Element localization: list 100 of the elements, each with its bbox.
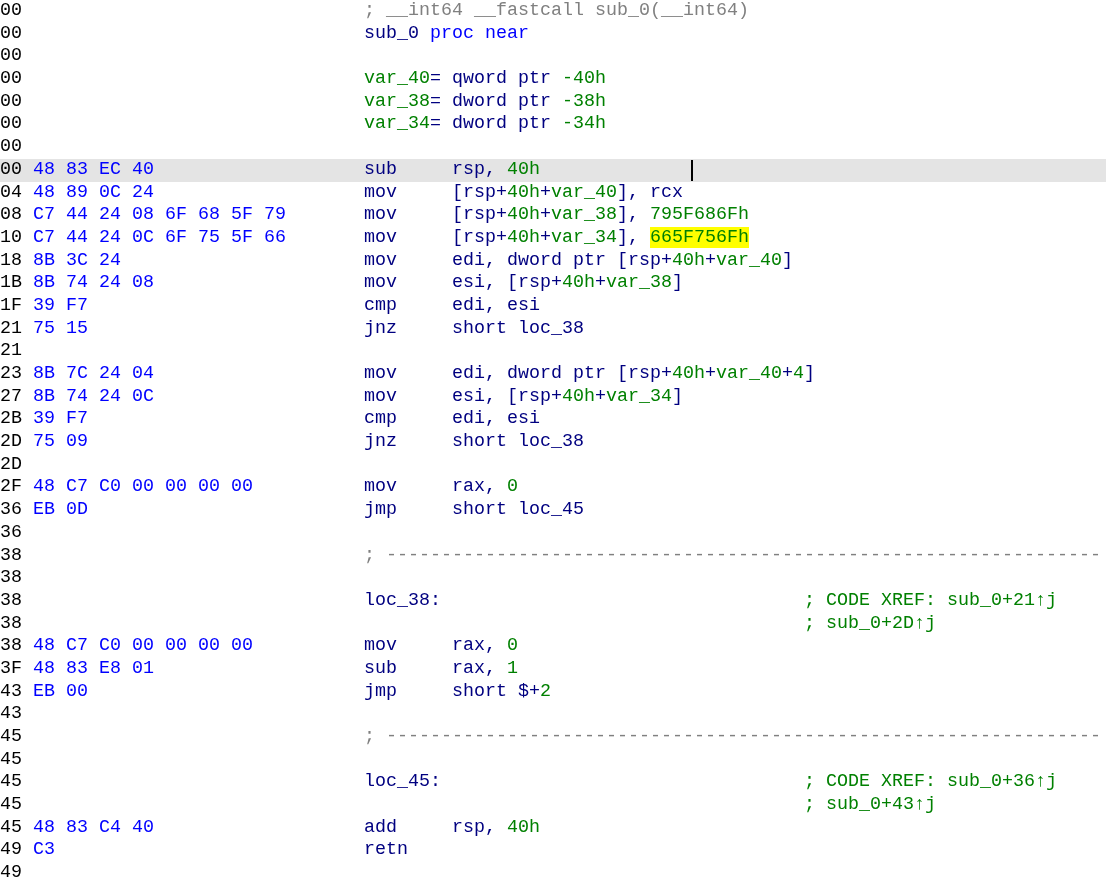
listing-line[interactable]: 00 <box>0 45 1106 69</box>
listing-line[interactable]: 38 ; sub_0+2D↑j <box>0 612 1106 636</box>
listing-line[interactable]: 36 EB 0D jmp short loc_45 <box>0 499 1106 522</box>
listing-line[interactable]: 49 C3 retn <box>0 839 1106 863</box>
address-text: 45 <box>0 771 23 795</box>
operand-text: edi, dword ptr [rsp+40h+var_40+4] <box>452 363 815 386</box>
opcode-bytes: 8B 7C 24 04 <box>33 363 154 386</box>
opcode-bytes: 8B 74 24 08 <box>33 272 154 295</box>
mnemonic-text: mov <box>364 476 398 500</box>
opcode-bytes: C7 44 24 08 6F 68 5F 79 <box>33 204 286 227</box>
address-text: 21 <box>0 340 23 363</box>
listing-line[interactable]: 38 loc_38: ; CODE XREF: sub_0+21↑j <box>0 589 1106 613</box>
address-text: 00 <box>0 90 23 114</box>
listing-line[interactable]: 38 <box>0 567 1106 590</box>
listing-line[interactable]: 36 <box>0 521 1106 545</box>
listing-line[interactable]: 23 8B 7C 24 04 mov edi, dword ptr [rsp+40h+var_40+4] <box>0 363 1106 386</box>
address-text: 36 <box>0 521 23 545</box>
operand-text: rax, 0 <box>452 476 518 500</box>
operand-text: short loc_38 <box>452 317 584 341</box>
comment-text: ; sub_0+2D↑j <box>804 612 936 636</box>
operand-text: esi, [rsp+40h+var_34] <box>452 385 683 409</box>
address-text: 45 <box>0 816 23 840</box>
mnemonic-text: mov <box>364 249 398 273</box>
comment-text: ; CODE XREF: sub_0+36↑j <box>804 771 1057 795</box>
listing-line[interactable]: 45 ; sub_0+43↑j <box>0 794 1106 817</box>
address-text: 45 <box>0 726 23 749</box>
address-text: 08 <box>0 204 23 227</box>
mnemonic-text: mov <box>364 226 398 250</box>
address-text: 38 <box>0 635 23 658</box>
mnemonic-text: mov <box>364 363 398 386</box>
address-text: 38 <box>0 589 23 613</box>
listing-line[interactable]: 2B 39 F7 cmp edi, esi <box>0 408 1106 432</box>
opcode-bytes: 39 F7 <box>33 408 88 432</box>
operand-text: short loc_38 <box>452 431 584 454</box>
listing-line[interactable]: 18 8B 3C 24 mov edi, dword ptr [rsp+40h+var_40] <box>0 249 1106 273</box>
operand-text: rax, 1 <box>452 657 518 681</box>
opcode-bytes: 48 89 0C 24 <box>33 181 154 205</box>
listing-line[interactable]: 2D 75 09 jnz short loc_38 <box>0 431 1106 454</box>
address-text: 00 <box>0 22 23 46</box>
address-text: 21 <box>0 317 23 341</box>
opcode-bytes: 48 83 E8 01 <box>33 657 154 681</box>
address-text: 3F <box>0 657 23 681</box>
operand-text: short $+2 <box>452 680 551 704</box>
address-text: 00 <box>0 0 23 23</box>
listing-line[interactable]: 45 48 83 C4 40 add rsp, 40h <box>0 816 1106 840</box>
opcode-bytes: 8B 3C 24 <box>33 249 121 273</box>
listing-line[interactable]: 43 <box>0 703 1106 726</box>
listing-line[interactable]: 38 ; ----------------------------------------------------------------- <box>0 544 1106 568</box>
comment-text: ; sub_0+43↑j <box>804 794 936 817</box>
listing-line[interactable]: 45 loc_45: ; CODE XREF: sub_0+36↑j <box>0 771 1106 795</box>
listing-line[interactable]: 08 C7 44 24 08 6F 68 5F 79 mov [rsp+40h+var_38], 795F686Fh <box>0 204 1106 227</box>
listing-line[interactable]: 2D <box>0 453 1106 477</box>
comment-text: ; CODE XREF: sub_0+21↑j <box>804 589 1057 613</box>
address-text: 00 <box>0 68 23 91</box>
address-text: 04 <box>0 181 23 205</box>
listing-line[interactable]: 27 8B 74 24 0C mov esi, [rsp+40h+var_34] <box>0 385 1106 409</box>
listing-line[interactable]: 04 48 89 0C 24 mov [rsp+40h+var_40], rcx <box>0 181 1106 205</box>
mnemonic-text: mov <box>364 385 398 409</box>
listing-line[interactable]: 00 var_40= qword ptr -40h <box>0 68 1106 91</box>
address-text: 10 <box>0 226 23 250</box>
address-text: 49 <box>0 839 23 863</box>
listing-line[interactable]: 21 75 15 jnz short loc_38 <box>0 317 1106 341</box>
listing-line[interactable]: 1B 8B 74 24 08 mov esi, [rsp+40h+var_38] <box>0 272 1106 295</box>
listing-line[interactable]: 10 C7 44 24 0C 6F 75 5F 66 mov [rsp+40h+var_34], 665F756Fh <box>0 226 1106 250</box>
code-line-text: loc_45: <box>364 771 441 795</box>
mnemonic-text: mov <box>364 272 398 295</box>
listing-line[interactable]: 2F 48 C7 C0 00 00 00 00 mov rax, 0 <box>0 476 1106 500</box>
code-line-text: sub_0 proc near <box>364 22 529 46</box>
mnemonic-text: mov <box>364 181 398 205</box>
listing-line[interactable]: 00 ; __int64 __fastcall sub_0(__int64) <box>0 0 1106 23</box>
opcode-bytes: 8B 74 24 0C <box>33 385 154 409</box>
operand-text: esi, [rsp+40h+var_38] <box>452 272 683 295</box>
listing-line[interactable]: 00 var_38= dword ptr -38h <box>0 90 1106 114</box>
listing-line[interactable]: 49 <box>0 862 1106 885</box>
operand-text: edi, esi <box>452 294 540 318</box>
opcode-bytes: 48 83 EC 40 <box>33 158 154 182</box>
listing-line[interactable]: 43 EB 00 jmp short $+2 <box>0 680 1106 704</box>
mnemonic-text: sub <box>364 158 398 182</box>
listing-line[interactable]: 1F 39 F7 cmp edi, esi <box>0 294 1106 318</box>
opcode-bytes: 48 C7 C0 00 00 00 00 <box>33 476 253 500</box>
address-text: 23 <box>0 363 23 386</box>
mnemonic-text: jnz <box>364 317 398 341</box>
listing-line[interactable]: 38 48 C7 C0 00 00 00 00 mov rax, 0 <box>0 635 1106 658</box>
listing-line[interactable]: 00 <box>0 136 1106 159</box>
listing-line[interactable]: 45 ; ----------------------------------------------------------------- <box>0 726 1106 749</box>
address-text: 2D <box>0 431 23 454</box>
listing-line[interactable]: 21 <box>0 340 1106 363</box>
mnemonic-text: sub <box>364 657 398 681</box>
listing-line[interactable]: 00 sub_0 proc near <box>0 22 1106 46</box>
listing-line[interactable]: 3F 48 83 E8 01 sub rax, 1 <box>0 657 1106 681</box>
code-line-text: var_38= dword ptr -38h <box>364 90 606 114</box>
address-text: 1B <box>0 272 23 295</box>
listing-line[interactable]: 45 <box>0 748 1106 772</box>
address-text: 00 <box>0 45 23 69</box>
opcode-bytes: 75 15 <box>33 317 88 341</box>
listing-line[interactable]: 00 var_34= dword ptr -34h <box>0 113 1106 137</box>
address-text: 00 <box>0 136 23 159</box>
operand-text: [rsp+40h+var_34], 665F756Fh <box>452 226 749 250</box>
opcode-bytes: EB 0D <box>33 499 88 522</box>
address-text: 38 <box>0 544 23 568</box>
